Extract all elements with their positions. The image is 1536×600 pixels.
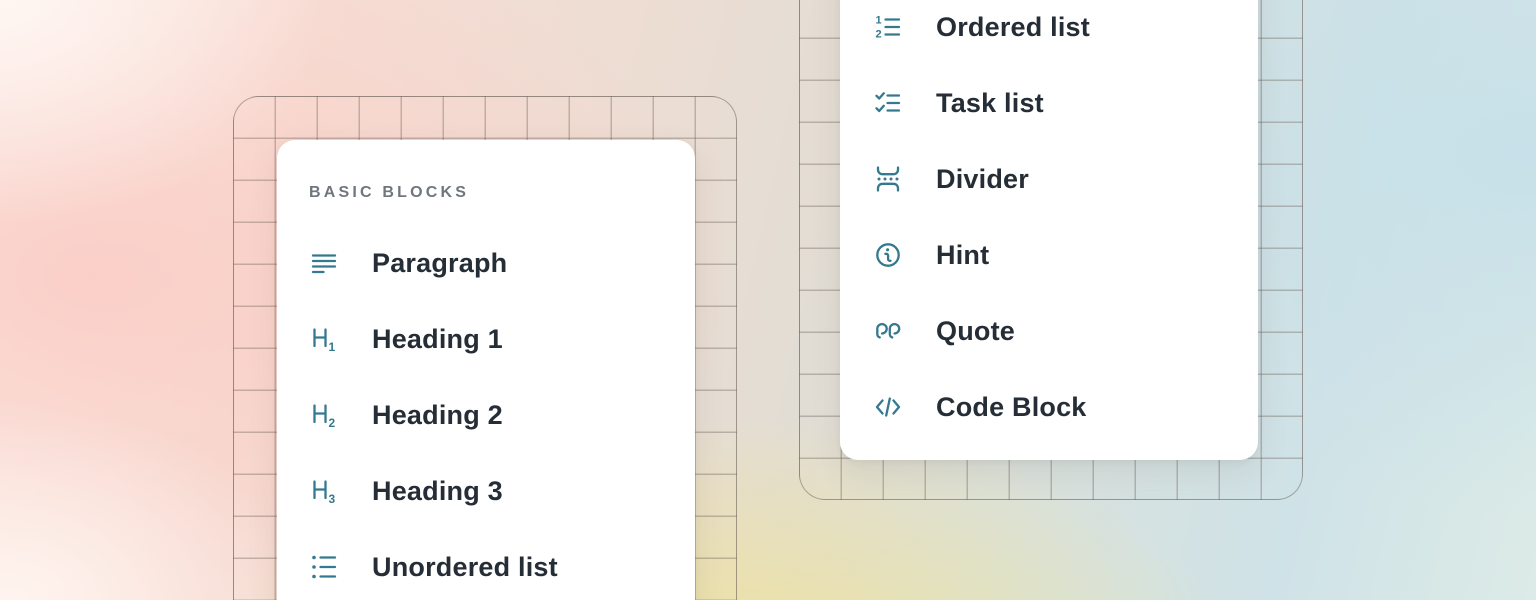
menu-item-heading-3[interactable]: 3 Heading 3: [277, 453, 695, 529]
divider-icon: [874, 165, 902, 193]
basic-blocks-menu: BASIC BLOCKS Paragraph 1 Heading 1 2 Heading…: [277, 140, 695, 600]
svg-text:1: 1: [329, 340, 336, 353]
unordered-list-icon: [310, 553, 338, 581]
menu-item-label: Heading 3: [372, 476, 503, 507]
menu-item-label: Code Block: [936, 392, 1087, 423]
menu-item-code-block[interactable]: Code Block: [840, 369, 1258, 445]
menu-item-label: Ordered list: [936, 12, 1090, 43]
more-blocks-menu: 12Ordered listTask listDividerHintQuoteC…: [840, 0, 1258, 460]
heading-2-icon: 2: [310, 401, 338, 429]
hero-background: BASIC BLOCKS Paragraph 1 Heading 1 2 Heading…: [0, 0, 1536, 600]
menu-item-ordered-list[interactable]: 12Ordered list: [840, 0, 1258, 65]
more-blocks-list: 12Ordered listTask listDividerHintQuoteC…: [840, 0, 1258, 445]
svg-text:3: 3: [329, 492, 336, 505]
hint-icon: [874, 241, 902, 269]
menu-item-task-list[interactable]: Task list: [840, 65, 1258, 141]
menu-item-label: Quote: [936, 316, 1015, 347]
paragraph-icon: [310, 249, 338, 277]
menu-item-label: Unordered list: [372, 552, 558, 583]
menu-item-label: Hint: [936, 240, 989, 271]
menu-item-label: Paragraph: [372, 248, 507, 279]
menu-item-quote[interactable]: Quote: [840, 293, 1258, 369]
section-label: BASIC BLOCKS: [309, 185, 695, 201]
svg-text:1: 1: [876, 15, 882, 27]
heading-1-icon: 1: [310, 325, 338, 353]
menu-item-label: Task list: [936, 88, 1044, 119]
heading-3-icon: 3: [310, 477, 338, 505]
code-block-icon: [874, 393, 902, 421]
menu-item-heading-2[interactable]: 2 Heading 2: [277, 377, 695, 453]
ordered-list-icon: 12: [874, 13, 902, 41]
svg-text:2: 2: [329, 416, 336, 429]
task-list-icon: [874, 89, 902, 117]
menu-item-hint[interactable]: Hint: [840, 217, 1258, 293]
quote-icon: [874, 317, 902, 345]
menu-item-label: Heading 2: [372, 400, 503, 431]
menu-item-label: Divider: [936, 164, 1029, 195]
menu-item-heading-1[interactable]: 1 Heading 1: [277, 301, 695, 377]
menu-item-unordered-list[interactable]: Unordered list: [277, 529, 695, 600]
menu-item-divider[interactable]: Divider: [840, 141, 1258, 217]
svg-text:2: 2: [876, 29, 882, 41]
menu-item-paragraph[interactable]: Paragraph: [277, 225, 695, 301]
menu-item-label: Heading 1: [372, 324, 503, 355]
basic-blocks-list: Paragraph 1 Heading 1 2 Heading 2 3 Heading 3 U…: [277, 225, 695, 600]
